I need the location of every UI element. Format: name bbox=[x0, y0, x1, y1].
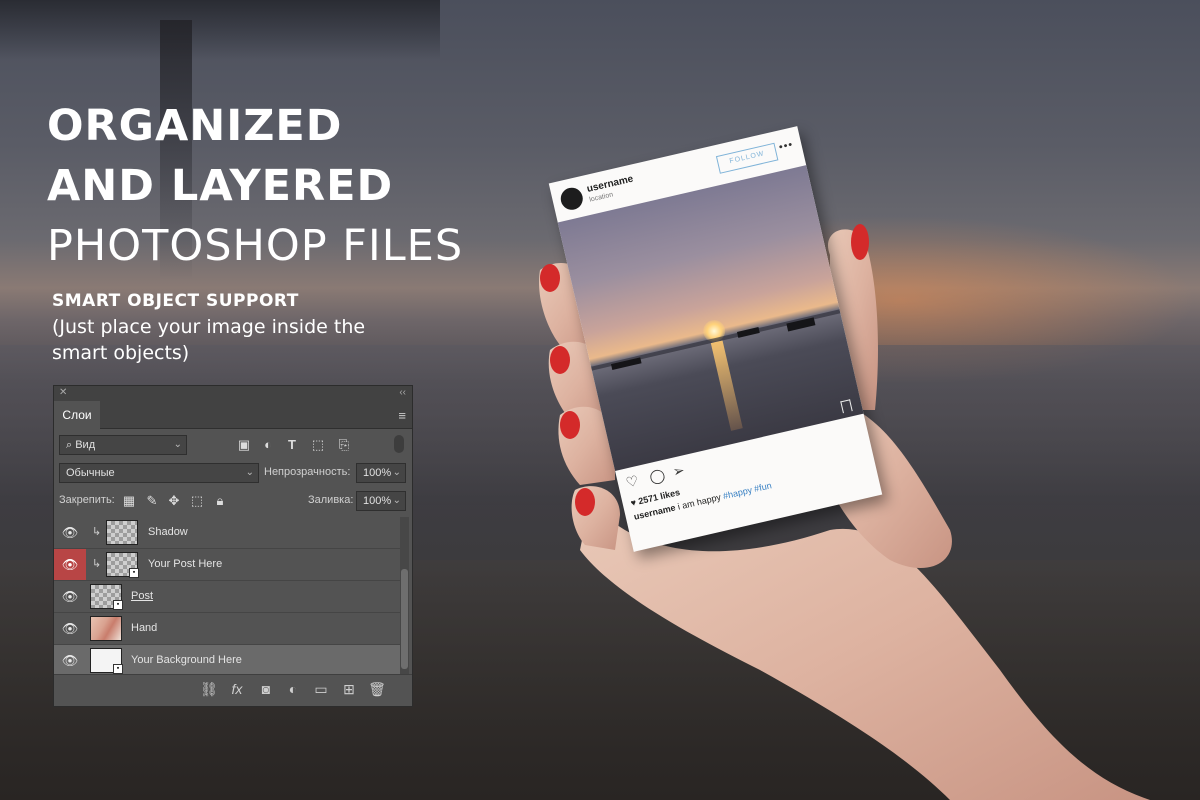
clipping-arrow-icon: ↳ bbox=[92, 526, 102, 538]
layer-list-scrollbar[interactable] bbox=[400, 517, 409, 675]
lock-row: Закрепить: ▦ ✎ ✥ ⬚ 🔒︎ Заливка: 100% ⌄ bbox=[54, 487, 412, 515]
chevron-down-icon: ⌄ bbox=[392, 495, 401, 506]
layer-name: Shadow bbox=[148, 526, 188, 538]
more-options-icon[interactable]: ••• bbox=[778, 139, 795, 154]
folder-icon[interactable]: ▭ bbox=[312, 681, 330, 698]
layer-list: 👁︎ ↳ Shadow 👁︎ ↳ ▪ Your Post Here 👁︎ ▪ P… bbox=[54, 517, 400, 675]
opacity-input[interactable]: 100% ⌄ bbox=[356, 463, 406, 483]
chevron-down-icon: ⌄ bbox=[392, 467, 401, 478]
type-filter-icon[interactable]: T bbox=[284, 437, 300, 453]
adjustment-layer-icon[interactable]: ◐ bbox=[284, 681, 302, 697]
smart-object-badge-icon: ▪ bbox=[113, 600, 123, 610]
link-layers-icon[interactable]: ⛓︎ bbox=[200, 681, 218, 698]
layer-filter-select[interactable]: ⌕ Вид ⌄ bbox=[59, 435, 187, 455]
eye-icon[interactable]: 👁︎ bbox=[54, 517, 86, 548]
adjustment-filter-icon[interactable]: ◐ bbox=[260, 437, 276, 453]
layer-thumbnail: ▪ bbox=[106, 552, 139, 578]
layer-row-hand[interactable]: 👁︎ Hand bbox=[54, 613, 400, 645]
smart-object-badge-icon: ▪ bbox=[113, 664, 123, 674]
eye-icon[interactable]: 👁︎ bbox=[54, 613, 86, 644]
layer-row-shadow[interactable]: 👁︎ ↳ Shadow bbox=[54, 517, 400, 549]
tab-layers[interactable]: Слои bbox=[54, 401, 100, 429]
lock-transparency-icon[interactable]: ▦ bbox=[121, 493, 137, 509]
lock-position-icon[interactable]: ✥ bbox=[166, 493, 182, 509]
layer-row-post[interactable]: 👁︎ ▪ Post bbox=[54, 581, 400, 613]
shape-filter-icon[interactable]: ⬚ bbox=[310, 437, 326, 453]
lock-paint-icon[interactable]: ✎ bbox=[144, 493, 160, 509]
scrollbar-thumb[interactable] bbox=[401, 569, 408, 669]
trash-icon[interactable]: 🗑︎ bbox=[368, 681, 386, 698]
blend-mode-value: Обычные bbox=[66, 467, 115, 479]
background-roof bbox=[0, 0, 440, 60]
avatar[interactable] bbox=[558, 185, 585, 212]
eye-icon[interactable]: 👁︎ bbox=[54, 549, 86, 580]
panel-tabs: Слои ≡ bbox=[54, 401, 412, 429]
layer-thumbnail bbox=[90, 616, 122, 641]
double-chevron-icon[interactable]: ‹‹ bbox=[399, 387, 406, 398]
layer-name: Post bbox=[131, 590, 154, 602]
blend-mode-select[interactable]: Обычные ⌄ bbox=[59, 463, 259, 483]
layer-filter-value: Вид bbox=[75, 439, 96, 451]
filter-toggle[interactable] bbox=[394, 435, 404, 453]
fill-value: 100% bbox=[363, 495, 392, 507]
send-icon[interactable]: ➢ bbox=[671, 462, 686, 481]
layer-style-icon[interactable]: fx bbox=[228, 681, 246, 697]
bookmark-icon[interactable] bbox=[840, 399, 853, 414]
subheadline-title: SMART OBJECT SUPPORT bbox=[52, 291, 299, 311]
close-icon[interactable]: ✕ bbox=[59, 387, 67, 398]
headline-line-1: ORGANIZED bbox=[47, 101, 343, 151]
lock-all-icon[interactable]: 🔒︎ bbox=[212, 493, 228, 509]
headline-line-2: AND LAYERED bbox=[47, 161, 394, 211]
layer-thumbnail: ▪ bbox=[90, 584, 123, 610]
opacity-label: Непрозрачность: bbox=[264, 466, 351, 478]
filter-row: ⌕ Вид ⌄ ▣ ◐ T ⬚ ⎘ bbox=[54, 431, 412, 459]
subheadline: SMART OBJECT SUPPORT (Just place your im… bbox=[52, 288, 392, 366]
hamburger-menu-icon[interactable]: ≡ bbox=[398, 408, 406, 423]
panel-titlebar: ✕ ‹‹ bbox=[54, 386, 412, 401]
add-mask-icon[interactable]: ◙ bbox=[257, 681, 275, 697]
layer-row-your-post-here[interactable]: 👁︎ ↳ ▪ Your Post Here bbox=[54, 549, 400, 581]
photo-boat bbox=[736, 327, 760, 338]
fill-input[interactable]: 100% ⌄ bbox=[356, 491, 406, 511]
image-filter-icon[interactable]: ▣ bbox=[236, 437, 252, 453]
clipping-arrow-icon: ↳ bbox=[92, 558, 102, 570]
eye-icon[interactable]: 👁︎ bbox=[54, 645, 86, 675]
photo-reflection bbox=[710, 340, 743, 431]
lock-artboard-icon[interactable]: ⬚ bbox=[189, 493, 205, 509]
opacity-value: 100% bbox=[363, 467, 392, 479]
layer-name: Hand bbox=[131, 622, 158, 634]
layers-panel: ✕ ‹‹ Слои ≡ ⌕ Вид ⌄ ▣ ◐ T ⬚ ⎘ Обычные ⌄ … bbox=[53, 385, 413, 707]
smart-object-filter-icon[interactable]: ⎘ bbox=[336, 437, 352, 453]
layer-thumbnail: ▪ bbox=[90, 648, 123, 674]
chevron-down-icon: ⌄ bbox=[245, 467, 254, 478]
new-layer-icon[interactable]: ⊞ bbox=[340, 681, 358, 698]
layer-row-your-background-here[interactable]: 👁︎ ▪ Your Background Here bbox=[54, 645, 400, 675]
subheadline-text: (Just place your image inside the smart … bbox=[52, 316, 366, 364]
search-icon: ⌕ bbox=[66, 439, 76, 451]
smart-object-badge-icon: ▪ bbox=[129, 568, 139, 578]
comment-icon[interactable]: ◯ bbox=[648, 466, 667, 486]
blend-row: Обычные ⌄ Непрозрачность: 100% ⌄ bbox=[54, 459, 412, 487]
fill-label: Заливка: bbox=[308, 494, 354, 506]
heart-icon[interactable]: ♡ bbox=[624, 472, 640, 491]
lock-label: Закрепить: bbox=[59, 494, 115, 506]
layer-name: Your Post Here bbox=[148, 558, 223, 570]
panel-footer: ⛓︎ fx ◙ ◐ ▭ ⊞ 🗑︎ bbox=[54, 674, 412, 706]
eye-icon[interactable]: 👁︎ bbox=[54, 581, 86, 612]
follow-button[interactable]: FOLLOW bbox=[715, 142, 779, 174]
headline: ORGANIZED AND LAYERED PHOTOSHOP FILES bbox=[47, 96, 567, 276]
layer-name: Your Background Here bbox=[131, 654, 242, 666]
chevron-down-icon: ⌄ bbox=[173, 439, 182, 450]
headline-line-3: PHOTOSHOP FILES bbox=[47, 221, 464, 271]
layer-thumbnail bbox=[106, 520, 138, 545]
